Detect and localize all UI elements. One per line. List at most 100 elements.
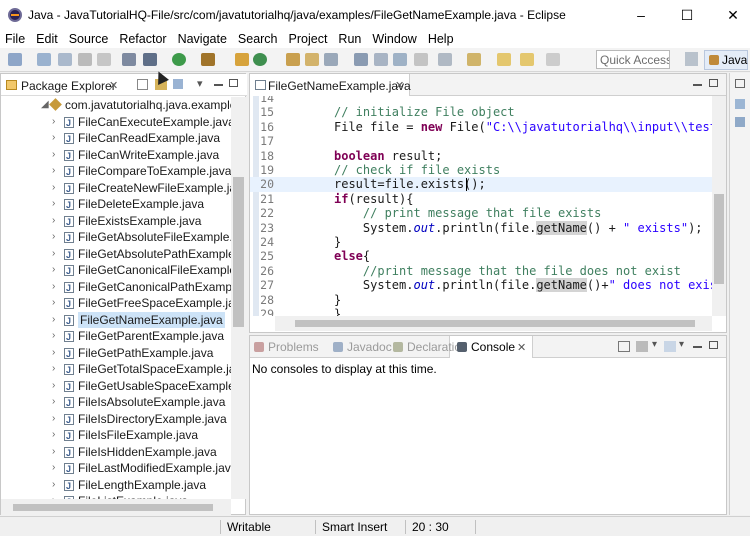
display-console-icon[interactable] <box>618 341 630 352</box>
code-line[interactable]: 20result=file.exists(); <box>250 177 712 191</box>
tree-file-item[interactable]: ›FileGetAbsoluteFileExample.java <box>1 229 231 246</box>
explorer-vertical-scroll-thumb[interactable] <box>233 177 244 327</box>
menu-file[interactable]: File <box>5 32 25 46</box>
maximize-view-icon[interactable] <box>229 79 238 87</box>
code-line[interactable]: 15// initialize File object <box>250 105 712 119</box>
code-line[interactable]: 14 <box>250 96 712 105</box>
minimize-button[interactable]: – <box>618 0 664 30</box>
minimize-view-icon[interactable] <box>214 84 223 86</box>
outline-icon[interactable] <box>735 99 745 109</box>
collapse-all-icon[interactable] <box>137 79 148 90</box>
save-all-icon[interactable] <box>58 53 72 66</box>
menu-navigate[interactable]: Navigate <box>178 32 227 46</box>
open-type-icon[interactable] <box>286 53 300 66</box>
gear-icon[interactable] <box>143 53 157 66</box>
tree-file-item[interactable]: ›FileLengthExample.java <box>1 477 231 494</box>
task-list-icon[interactable] <box>735 117 745 127</box>
code-line[interactable]: 16File file = new File("C:\\javatutorial… <box>250 120 712 134</box>
open-console-icon[interactable] <box>664 341 676 352</box>
chevron-right-icon[interactable]: › <box>52 460 55 477</box>
new-package-icon[interactable] <box>235 53 249 66</box>
menu-run[interactable]: Run <box>338 32 361 46</box>
code-line[interactable]: 24} <box>250 235 712 249</box>
pin-console-icon[interactable] <box>636 341 648 352</box>
tree-file-item[interactable]: ›FileLastModifiedExample.java <box>1 460 231 477</box>
chevron-right-icon[interactable]: › <box>52 378 55 395</box>
code-line[interactable]: 17 <box>250 134 712 148</box>
chevron-right-icon[interactable]: › <box>52 477 55 494</box>
prev-annotation-icon[interactable] <box>467 53 481 66</box>
code-line[interactable]: 22 // print message that file exists <box>250 206 712 220</box>
annotation-icon[interactable] <box>354 53 368 66</box>
close-icon[interactable]: ✕ <box>109 79 118 92</box>
terminal-icon[interactable] <box>97 53 111 66</box>
back-icon[interactable] <box>497 53 511 66</box>
edit-icon[interactable] <box>393 53 407 66</box>
code-line[interactable]: 29} <box>250 307 712 316</box>
explorer-horizontal-scroll-thumb[interactable] <box>13 504 213 511</box>
chevron-right-icon[interactable]: › <box>52 163 55 180</box>
menu-search[interactable]: Search <box>238 32 278 46</box>
chevron-right-icon[interactable]: › <box>52 411 55 428</box>
chevron-right-icon[interactable]: › <box>52 130 55 147</box>
close-icon[interactable]: ✕ <box>395 79 404 92</box>
chevron-down-icon[interactable]: ▾ <box>679 339 684 350</box>
menu-project[interactable]: Project <box>289 32 328 46</box>
chevron-right-icon[interactable]: › <box>52 196 55 213</box>
tab-problems[interactable]: Problems <box>268 340 319 354</box>
chevron-right-icon[interactable]: › <box>52 345 55 362</box>
next-annotation-icon[interactable] <box>438 53 452 66</box>
maximize-button[interactable]: ☐ <box>664 0 710 30</box>
editor-vertical-scroll-thumb[interactable] <box>714 194 724 284</box>
save-icon[interactable] <box>37 53 51 66</box>
editor-horizontal-scroll-thumb[interactable] <box>295 320 695 327</box>
chevron-down-icon[interactable]: ◢ <box>41 97 49 114</box>
code-line[interactable]: 23 System.out.println(file.getName() + "… <box>250 221 712 235</box>
chevron-right-icon[interactable]: › <box>52 114 55 131</box>
new-icon[interactable] <box>8 53 22 66</box>
chevron-down-icon[interactable]: ▾ <box>652 339 657 350</box>
pin-icon[interactable] <box>374 53 388 66</box>
new-class-icon[interactable] <box>253 53 267 66</box>
code-line[interactable]: 28} <box>250 293 712 307</box>
code-line[interactable]: 27 System.out.println(file.getName()+" d… <box>250 278 712 292</box>
tree-file-item[interactable]: ›FileGetFreeSpaceExample.java <box>1 295 231 312</box>
chevron-right-icon[interactable]: › <box>52 246 55 263</box>
tree-file-item[interactable]: ›FileCreateNewFileExample.java <box>1 180 231 197</box>
chevron-right-icon[interactable]: › <box>52 147 55 164</box>
code-line[interactable]: 21if(result){ <box>250 192 712 206</box>
forward-icon[interactable] <box>520 53 534 66</box>
menu-source[interactable]: Source <box>69 32 109 46</box>
tab-console[interactable]: Console <box>471 340 515 354</box>
tree-file-item[interactable]: ›FileGetCanonicalPathExample.java <box>1 279 231 296</box>
open-folder-icon[interactable] <box>305 53 319 66</box>
tree-file-item[interactable]: ›FileGetTotalSpaceExample.java <box>1 361 231 378</box>
restore-icon[interactable] <box>735 79 745 88</box>
print-icon[interactable] <box>78 53 92 66</box>
close-button[interactable]: ✕ <box>710 0 750 30</box>
chevron-down-icon[interactable]: ▾ <box>197 77 203 90</box>
menu-edit[interactable]: Edit <box>36 32 58 46</box>
menu-window[interactable]: Window <box>372 32 416 46</box>
code-line[interactable]: 25else{ <box>250 249 712 263</box>
chevron-right-icon[interactable]: › <box>52 262 55 279</box>
chevron-right-icon[interactable]: › <box>52 295 55 312</box>
tree-file-item[interactable]: ›FileGetAbsolutePathExample.java <box>1 246 231 263</box>
tree-file-item[interactable]: ›FileCanWriteExample.java <box>1 147 231 164</box>
chevron-right-icon[interactable]: › <box>52 361 55 378</box>
code-line[interactable]: 26 //print message that the file does no… <box>250 264 712 278</box>
chevron-right-icon[interactable]: › <box>52 213 55 230</box>
last-edit-icon[interactable] <box>546 53 560 66</box>
quick-access-input[interactable]: Quick Access <box>596 50 670 69</box>
tree-file-item[interactable]: ›FileIsAbsoluteExample.java <box>1 394 231 411</box>
run-icon[interactable] <box>172 53 186 66</box>
package-explorer-tab[interactable]: Package Explorer ✕ ▾ <box>1 74 247 96</box>
search-icon[interactable] <box>324 53 338 66</box>
chevron-right-icon[interactable]: › <box>52 180 55 197</box>
editor-tab-filegetname[interactable]: FileGetNameExample.java ✕ <box>250 74 410 96</box>
maximize-view-icon[interactable] <box>709 79 718 87</box>
chevron-right-icon[interactable]: › <box>52 229 55 246</box>
code-line[interactable]: 19// check if file exists <box>250 163 712 177</box>
tree-file-item[interactable]: ›FileGetNameExample.java <box>1 312 231 329</box>
tree-package[interactable]: ◢com.javatutorialhq.java.examples <box>1 97 231 114</box>
